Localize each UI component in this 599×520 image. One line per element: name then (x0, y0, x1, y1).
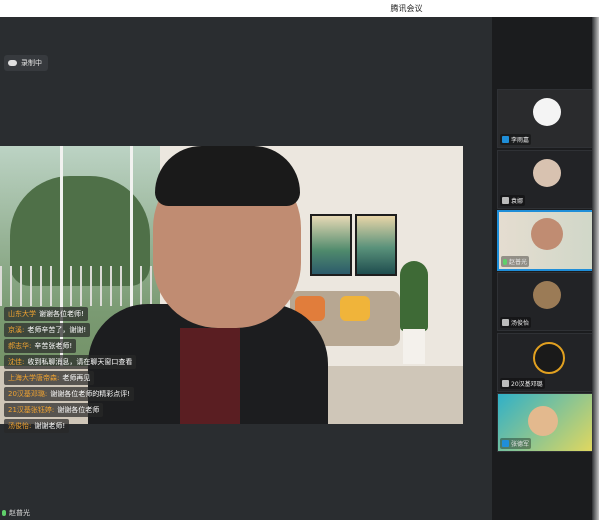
microphone-icon (502, 319, 509, 326)
avatar (533, 342, 565, 374)
window-title: 腾讯会议 (390, 4, 423, 13)
participant-name: 袁娜 (511, 198, 524, 205)
plant (400, 261, 428, 331)
participant-tile[interactable]: 袁娜 (497, 150, 599, 209)
video-thumbnail (531, 218, 563, 250)
chat-message: 郝志华: 辛苦张老师! (4, 339, 77, 353)
participant-tile[interactable]: 张德军 (497, 393, 599, 452)
chat-overlay: 山东大学 谢谢各位老师! 京溪: 老师辛苦了，谢谢! 郝志华: 辛苦张老师! 沈佳: 收… (4, 307, 137, 433)
video-thumbnail (528, 406, 558, 436)
participant-name: 20汉基邓璐 (511, 381, 543, 388)
person-icon (502, 136, 509, 143)
participant-name: 赵普光 (509, 259, 528, 266)
chat-message: 上海大学唐帝森: 老师再见 (4, 371, 95, 385)
microphone-icon (503, 258, 507, 265)
participant-name: 汤俊怡 (511, 320, 530, 327)
recording-label: 录制中 (21, 59, 42, 67)
person-icon (502, 440, 509, 447)
cloud-icon (8, 60, 17, 66)
recording-badge[interactable]: 录制中 (4, 55, 48, 71)
chat-message: 21汉基张钰婷: 谢谢各位老师 (4, 403, 104, 417)
microphone-icon (502, 197, 509, 204)
wall-art (355, 214, 397, 276)
chat-message: 沈佳: 收到私聊消息，请在聊天窗口查看 (4, 355, 137, 369)
avatar (533, 281, 561, 309)
chat-message: 20汉基邓璐: 谢谢各位老师的精彩点评! (4, 387, 135, 401)
chat-message: 山东大学 谢谢各位老师! (4, 307, 88, 321)
avatar (533, 159, 561, 187)
participant-tile[interactable]: 李雨嘉 (497, 89, 599, 148)
microphone-icon (2, 510, 6, 516)
participant-tile[interactable]: 汤俊怡 (497, 272, 599, 331)
title-bar: 腾讯会议 (0, 0, 599, 17)
participant-tile[interactable]: 20汉基邓璐 (497, 333, 599, 392)
chat-message: 京溪: 老师辛苦了，谢谢! (4, 323, 91, 337)
speaker-name: 赵普光 (9, 509, 30, 517)
panel-scrollbar[interactable] (592, 17, 599, 520)
speaker-name-tag: 赵普光 (2, 508, 30, 518)
avatar (533, 98, 561, 126)
participant-name: 张德军 (511, 441, 530, 448)
participant-tile-active[interactable]: 赵普光 (497, 210, 599, 271)
main-video-area: 录制中 山东大学 谢谢各位老师! 京溪: 老师辛苦了，谢谢! 郝志华: 辛苦张老师! … (0, 17, 492, 520)
wall-art (310, 214, 352, 276)
participant-name: 李雨嘉 (511, 137, 530, 144)
chat-message: 汤俊怡: 谢谢老师! (4, 419, 70, 433)
microphone-icon (502, 380, 509, 387)
